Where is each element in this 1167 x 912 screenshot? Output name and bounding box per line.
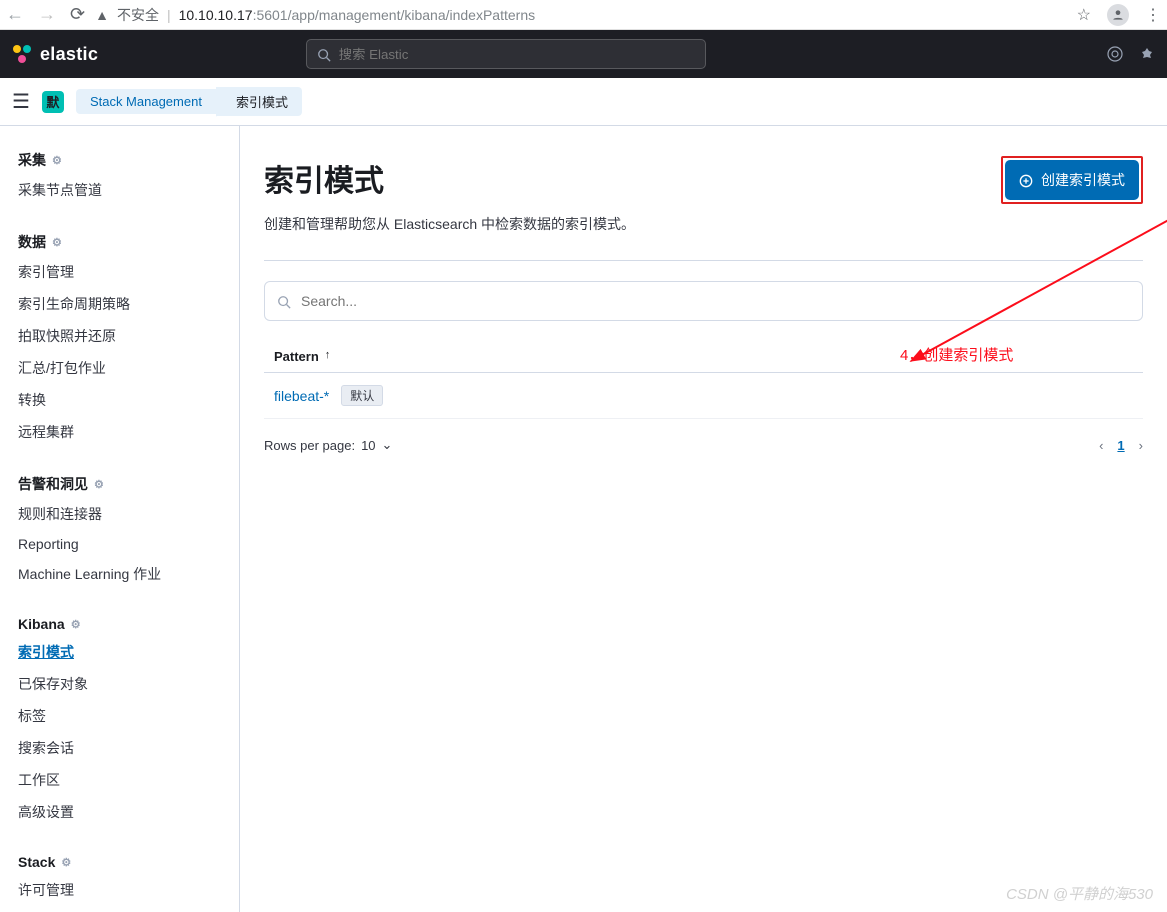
- column-pattern: Pattern: [274, 349, 319, 364]
- pattern-search[interactable]: [264, 281, 1143, 321]
- sidebar-item[interactable]: 采集节点管道: [0, 174, 239, 206]
- table-row: filebeat-* 默认: [264, 373, 1143, 419]
- page-number[interactable]: 1: [1117, 438, 1124, 453]
- sidebar-section-title: 告警和洞见⚙: [0, 470, 239, 498]
- sidebar-item[interactable]: 索引生命周期策略: [0, 288, 239, 320]
- breadcrumb: Stack Management 索引模式: [76, 87, 302, 116]
- sidebar-item[interactable]: 索引模式: [0, 636, 239, 668]
- watermark: CSDN @平静的海530: [1006, 883, 1153, 904]
- page-title: 索引模式: [264, 156, 635, 200]
- chevron-down-icon: ⌄: [382, 437, 393, 453]
- gear-icon: ⚙: [71, 618, 81, 631]
- elastic-header: elastic: [0, 30, 1167, 78]
- sidebar-item[interactable]: Reporting: [0, 530, 239, 558]
- elastic-logo[interactable]: elastic: [12, 44, 98, 65]
- annotation-label: 4，创建索引模式: [900, 344, 1013, 365]
- pattern-link[interactable]: filebeat-*: [274, 388, 329, 404]
- search-icon: [317, 46, 331, 62]
- elastic-logo-icon: [12, 44, 32, 64]
- sidebar-section-title: Kibana⚙: [0, 612, 239, 636]
- rows-per-page[interactable]: Rows per page: 10 ⌄: [264, 437, 392, 453]
- table-footer: Rows per page: 10 ⌄ ‹ 1 ›: [264, 437, 1143, 453]
- browser-chrome: ← → ⟳ ▲ 不安全 | 10.10.10.17:5601/app/manag…: [0, 0, 1167, 30]
- url-host: 10.10.10.17: [179, 7, 253, 23]
- sidebar-item[interactable]: 拍取快照并还原: [0, 320, 239, 352]
- url-path: /app/management/kibana/indexPatterns: [288, 7, 536, 23]
- kebab-icon[interactable]: ⋮: [1145, 5, 1161, 25]
- sidebar-item[interactable]: 已保存对象: [0, 668, 239, 700]
- user-icon[interactable]: [1139, 45, 1155, 63]
- sidebar-section-title: 数据⚙: [0, 228, 239, 256]
- sidebar-item[interactable]: 索引管理: [0, 256, 239, 288]
- star-icon[interactable]: ☆: [1077, 5, 1091, 25]
- sidebar-item[interactable]: 搜索会话: [0, 732, 239, 764]
- create-button-highlight: 创建索引模式: [1001, 156, 1143, 204]
- global-search[interactable]: [306, 39, 706, 69]
- help-icon[interactable]: [1107, 45, 1123, 63]
- sidebar-item[interactable]: 工作区: [0, 764, 239, 796]
- sidebar-item[interactable]: 规则和连接器: [0, 498, 239, 530]
- space-badge[interactable]: 默: [42, 91, 64, 113]
- forward-icon[interactable]: →: [38, 4, 56, 25]
- sidebar-item[interactable]: 远程集群: [0, 416, 239, 448]
- sidebar-item[interactable]: 高级设置: [0, 796, 239, 828]
- prev-page-icon[interactable]: ‹: [1099, 438, 1103, 453]
- breadcrumb-stack-management[interactable]: Stack Management: [76, 89, 216, 114]
- header-right-icons: [1107, 45, 1155, 63]
- sidebar-item[interactable]: 8.0 升级助手: [0, 906, 239, 912]
- sidebar-item[interactable]: Machine Learning 作业: [0, 558, 239, 590]
- create-index-pattern-button[interactable]: 创建索引模式: [1005, 160, 1139, 200]
- pager: ‹ 1 ›: [1099, 438, 1143, 453]
- sidebar-section-title: 采集⚙: [0, 146, 239, 174]
- menu-icon[interactable]: ☰: [12, 89, 30, 114]
- browser-right-icons: ☆ ⋮: [1077, 4, 1161, 26]
- gear-icon: ⚙: [61, 856, 71, 869]
- sidebar: 采集⚙采集节点管道数据⚙索引管理索引生命周期策略拍取快照并还原汇总/打包作业转换…: [0, 126, 240, 912]
- rows-per-page-label: Rows per page:: [264, 438, 355, 453]
- default-badge: 默认: [341, 385, 383, 406]
- global-search-input[interactable]: [339, 47, 695, 62]
- next-page-icon[interactable]: ›: [1139, 438, 1143, 453]
- nav-arrows: ← → ⟳: [6, 4, 85, 25]
- sidebar-item[interactable]: 转换: [0, 384, 239, 416]
- url-port: :5601: [253, 7, 288, 23]
- sidebar-section-title: Stack⚙: [0, 850, 239, 874]
- sidebar-item[interactable]: 许可管理: [0, 874, 239, 906]
- gear-icon: ⚙: [52, 236, 62, 249]
- insecure-icon: ▲: [95, 7, 109, 23]
- divider: [264, 260, 1143, 261]
- create-button-label: 创建索引模式: [1041, 170, 1125, 190]
- gear-icon: ⚙: [94, 478, 104, 491]
- insecure-label: 不安全: [117, 5, 159, 25]
- plus-circle-icon: [1019, 172, 1033, 188]
- breadcrumb-index-patterns[interactable]: 索引模式: [216, 87, 302, 116]
- address-bar[interactable]: ▲ 不安全 | 10.10.10.17:5601/app/management/…: [95, 5, 1067, 25]
- brand-name: elastic: [40, 44, 98, 65]
- gear-icon: ⚙: [52, 154, 62, 167]
- pattern-search-input[interactable]: [301, 293, 1130, 309]
- main-content: 索引模式 创建和管理帮助您从 Elasticsearch 中检索数据的索引模式。…: [240, 126, 1167, 912]
- page-subtitle: 创建和管理帮助您从 Elasticsearch 中检索数据的索引模式。: [264, 214, 635, 234]
- page-layout: 采集⚙采集节点管道数据⚙索引管理索引生命周期策略拍取快照并还原汇总/打包作业转换…: [0, 126, 1167, 912]
- reload-icon[interactable]: ⟳: [70, 4, 85, 25]
- rows-per-page-value: 10: [361, 438, 375, 453]
- sidebar-item[interactable]: 汇总/打包作业: [0, 352, 239, 384]
- profile-icon[interactable]: [1107, 4, 1129, 26]
- sidebar-item[interactable]: 标签: [0, 700, 239, 732]
- secondary-header: ☰ 默 Stack Management 索引模式: [0, 78, 1167, 126]
- search-icon: [277, 293, 291, 309]
- sort-asc-icon: ↑: [325, 349, 331, 364]
- back-icon[interactable]: ←: [6, 4, 24, 25]
